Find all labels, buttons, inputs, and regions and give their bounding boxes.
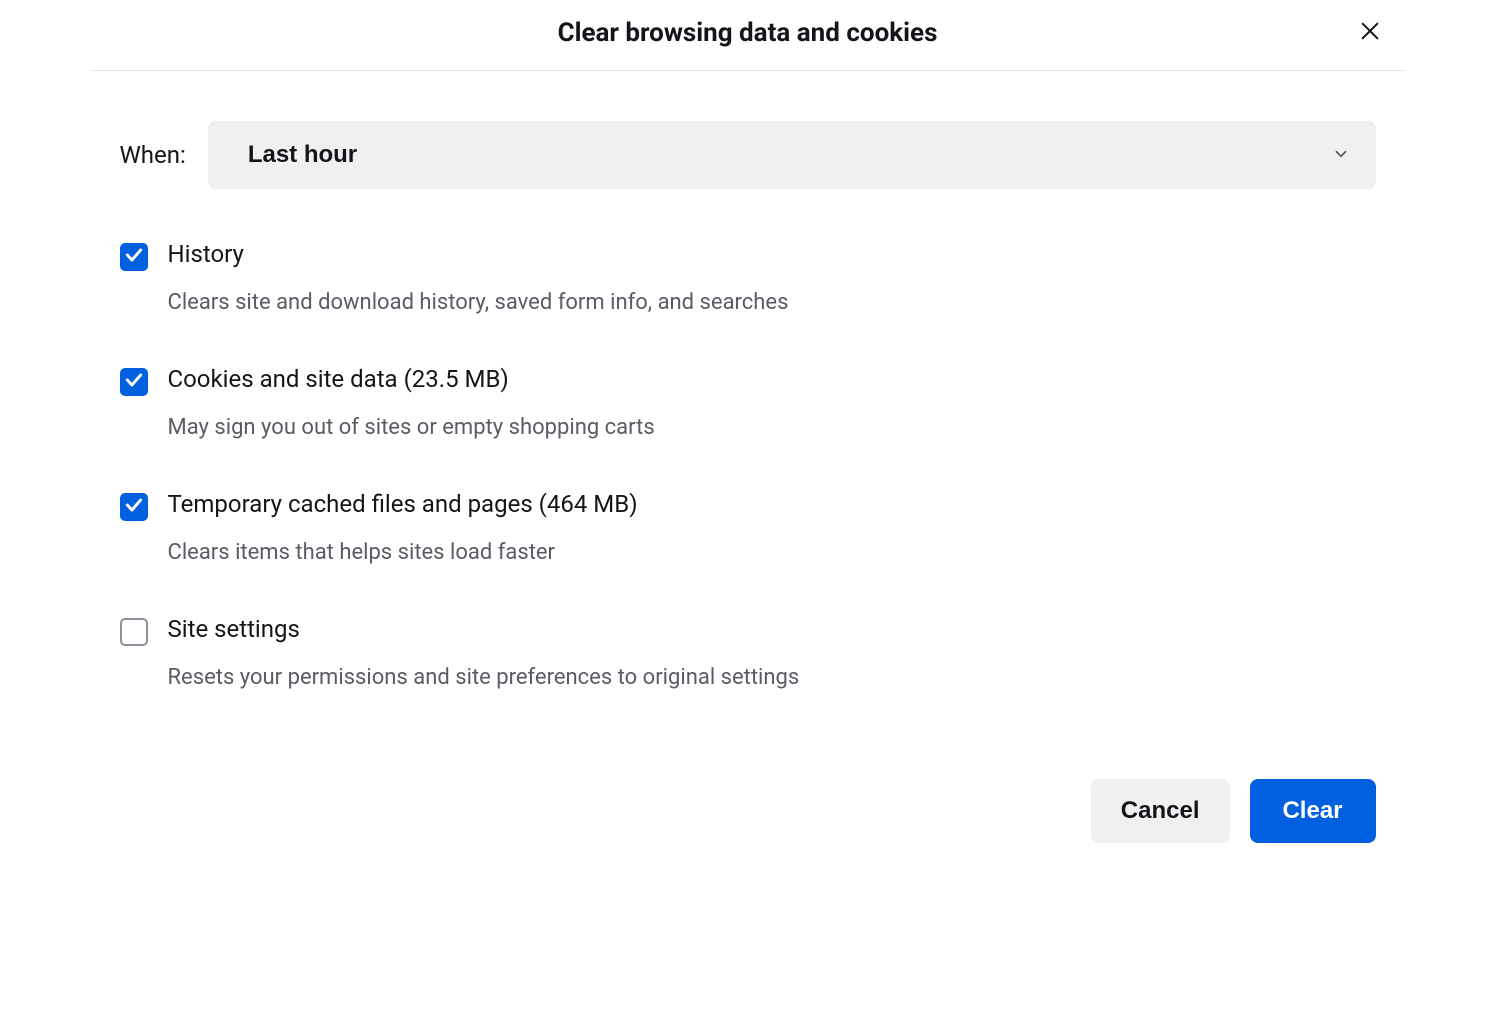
- close-button[interactable]: [1352, 14, 1388, 50]
- dialog-title: Clear browsing data and cookies: [558, 18, 938, 48]
- dialog-header: Clear browsing data and cookies: [90, 0, 1406, 71]
- check-icon: [124, 370, 144, 394]
- dialog-footer: Cancel Clear: [90, 779, 1406, 873]
- option-history: History Clears site and download history…: [120, 241, 1376, 318]
- when-row: When: Last hour: [120, 121, 1376, 189]
- options-list: History Clears site and download history…: [120, 241, 1376, 693]
- option-title: Site settings: [168, 616, 800, 642]
- option-title: Temporary cached files and pages (464 MB…: [168, 491, 638, 517]
- when-label: When:: [120, 141, 186, 169]
- option-desc: Clears site and download history, saved …: [168, 289, 789, 318]
- option-texts: Temporary cached files and pages (464 MB…: [168, 491, 638, 568]
- time-range-value: Last hour: [248, 141, 357, 169]
- option-site-settings: Site settings Resets your permissions an…: [120, 616, 1376, 693]
- check-icon: [124, 495, 144, 519]
- checkbox-site-settings[interactable]: [120, 618, 148, 646]
- option-cookies: Cookies and site data (23.5 MB) May sign…: [120, 366, 1376, 443]
- option-desc: Clears items that helps sites load faste…: [168, 539, 638, 568]
- check-icon: [124, 245, 144, 269]
- clear-button[interactable]: Clear: [1250, 779, 1376, 843]
- cancel-button[interactable]: Cancel: [1091, 779, 1230, 843]
- chevron-down-icon: [1332, 145, 1350, 166]
- clear-browsing-data-dialog: Clear browsing data and cookies When: La…: [90, 0, 1406, 873]
- option-texts: History Clears site and download history…: [168, 241, 789, 318]
- checkbox-history[interactable]: [120, 243, 148, 271]
- option-texts: Site settings Resets your permissions an…: [168, 616, 800, 693]
- checkbox-cookies[interactable]: [120, 368, 148, 396]
- checkbox-cache[interactable]: [120, 493, 148, 521]
- option-title: History: [168, 241, 789, 267]
- option-desc: May sign you out of sites or empty shopp…: [168, 414, 655, 443]
- time-range-select[interactable]: Last hour: [208, 121, 1376, 189]
- option-desc: Resets your permissions and site prefere…: [168, 664, 800, 693]
- close-icon: [1359, 20, 1381, 45]
- option-title: Cookies and site data (23.5 MB): [168, 366, 655, 392]
- option-texts: Cookies and site data (23.5 MB) May sign…: [168, 366, 655, 443]
- dialog-body: When: Last hour: [90, 71, 1406, 779]
- option-cache: Temporary cached files and pages (464 MB…: [120, 491, 1376, 568]
